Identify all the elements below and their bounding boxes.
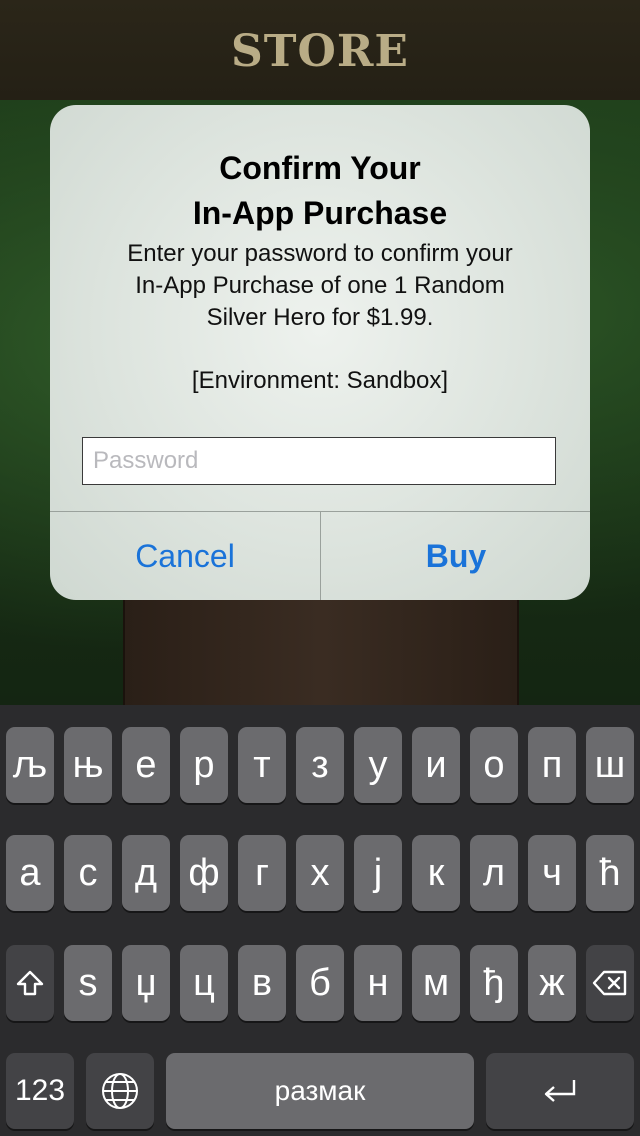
password-input[interactable] xyxy=(82,437,556,485)
purchase-confirm-alert: Confirm Your In-App Purchase Enter your … xyxy=(50,105,590,600)
key-i[interactable]: и xyxy=(412,727,460,803)
key-ie[interactable]: е xyxy=(122,727,170,803)
key-es[interactable]: с xyxy=(64,835,112,911)
background-pillar xyxy=(123,600,519,705)
key-nje[interactable]: њ xyxy=(64,727,112,803)
keyboard: љ њ е р т з у и о п ш а с д ф г х ј к л … xyxy=(0,705,640,1136)
return-icon xyxy=(544,1080,576,1102)
environment-label: [Environment: Sandbox] xyxy=(191,367,449,394)
key-ha[interactable]: х xyxy=(296,835,344,911)
globe-key[interactable] xyxy=(86,1053,154,1129)
key-dzhe[interactable]: џ xyxy=(122,945,170,1021)
key-sha[interactable]: ш xyxy=(586,727,634,803)
key-de[interactable]: д xyxy=(122,835,170,911)
shift-icon xyxy=(16,970,44,996)
store-title: STORE xyxy=(231,26,409,77)
key-ge[interactable]: г xyxy=(238,835,286,911)
space-key[interactable]: размак xyxy=(166,1053,474,1129)
alert-title: Confirm Your In-App Purchase xyxy=(70,146,570,236)
return-key[interactable] xyxy=(486,1053,634,1129)
buy-button[interactable]: Buy xyxy=(320,512,590,600)
key-ve[interactable]: в xyxy=(238,945,286,1021)
key-er[interactable]: р xyxy=(180,727,228,803)
cancel-button[interactable]: Cancel xyxy=(50,512,320,600)
key-a[interactable]: а xyxy=(6,835,54,911)
delete-key[interactable] xyxy=(586,945,634,1021)
alert-button-row: Cancel Buy xyxy=(50,511,590,600)
key-ef[interactable]: ф xyxy=(180,835,228,911)
store-header: STORE xyxy=(0,0,640,100)
alert-title-line-1: Confirm Your xyxy=(219,150,421,186)
key-en[interactable]: н xyxy=(354,945,402,1021)
backspace-icon xyxy=(592,970,627,996)
alert-title-line-2: In-App Purchase xyxy=(192,195,448,231)
key-pe[interactable]: п xyxy=(528,727,576,803)
key-je[interactable]: ј xyxy=(354,835,402,911)
key-zhe[interactable]: ж xyxy=(528,945,576,1021)
key-u[interactable]: у xyxy=(354,727,402,803)
alert-message-line-3: Silver Hero for $1.99. xyxy=(206,304,434,331)
key-te[interactable]: т xyxy=(238,727,286,803)
key-em[interactable]: м xyxy=(412,945,460,1021)
key-el[interactable]: л xyxy=(470,835,518,911)
shift-key[interactable] xyxy=(6,945,54,1021)
globe-icon xyxy=(102,1073,138,1109)
key-ze[interactable]: з xyxy=(296,727,344,803)
alert-message: Enter your password to confirm your In-A… xyxy=(80,238,560,334)
key-lje[interactable]: љ xyxy=(6,727,54,803)
key-dje[interactable]: ђ xyxy=(470,945,518,1021)
key-o[interactable]: о xyxy=(470,727,518,803)
key-be[interactable]: б xyxy=(296,945,344,1021)
key-tse[interactable]: ц xyxy=(180,945,228,1021)
key-tshe[interactable]: ћ xyxy=(586,835,634,911)
key-ka[interactable]: к xyxy=(412,835,460,911)
alert-message-line-1: Enter your password to confirm your xyxy=(127,240,513,267)
alert-message-line-2: In-App Purchase of one 1 Random xyxy=(135,272,505,299)
key-che[interactable]: ч xyxy=(528,835,576,911)
key-dze[interactable]: ѕ xyxy=(64,945,112,1021)
numbers-key[interactable]: 123 xyxy=(6,1053,74,1129)
